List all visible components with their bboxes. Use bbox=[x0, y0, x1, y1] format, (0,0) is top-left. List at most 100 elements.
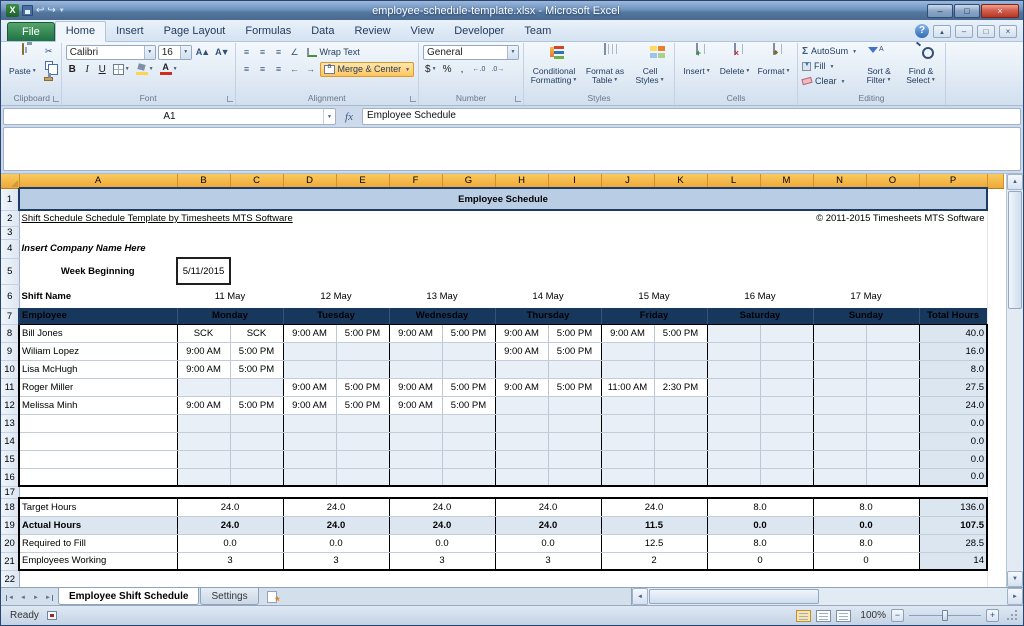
shift-start-cell[interactable] bbox=[813, 360, 866, 378]
shift-start-cell[interactable] bbox=[283, 414, 336, 432]
row-header-19[interactable]: 19 bbox=[1, 516, 19, 534]
shift-start-cell[interactable] bbox=[707, 432, 760, 450]
fill-color-button[interactable] bbox=[134, 62, 156, 76]
maximize-button[interactable] bbox=[954, 4, 980, 18]
shift-end-cell[interactable] bbox=[866, 342, 919, 360]
shift-end-cell[interactable] bbox=[760, 378, 813, 396]
file-tab[interactable]: File bbox=[7, 22, 55, 41]
day-header-monday[interactable]: Monday bbox=[177, 308, 283, 324]
align-bottom-button[interactable] bbox=[272, 46, 286, 59]
cell-extra[interactable] bbox=[987, 498, 1003, 516]
row-header-11[interactable]: 11 bbox=[1, 378, 19, 396]
font-family-select[interactable]: Calibri bbox=[66, 45, 156, 60]
shift-end-cell[interactable] bbox=[442, 342, 495, 360]
shift-end-cell[interactable] bbox=[866, 468, 919, 486]
row-header-22[interactable]: 22 bbox=[1, 570, 19, 587]
summary-value-cell[interactable]: 24.0 bbox=[389, 498, 495, 516]
shift-start-cell[interactable] bbox=[813, 324, 866, 342]
find-select-button[interactable]: Find & Select bbox=[901, 44, 941, 86]
workbook-restore-button[interactable] bbox=[977, 25, 995, 38]
shift-end-cell[interactable] bbox=[336, 450, 389, 468]
shift-end-cell[interactable] bbox=[654, 342, 707, 360]
shift-end-cell[interactable] bbox=[654, 450, 707, 468]
workbook-close-button[interactable] bbox=[999, 25, 1017, 38]
column-header-N[interactable]: N bbox=[813, 174, 866, 188]
column-header-B[interactable]: B bbox=[177, 174, 230, 188]
shift-start-cell[interactable]: 11:00 AM bbox=[601, 378, 654, 396]
row-header-7[interactable]: 7 bbox=[1, 308, 19, 324]
shift-start-cell[interactable] bbox=[813, 468, 866, 486]
cell-extra[interactable] bbox=[987, 188, 1003, 210]
shift-end-cell[interactable]: 5:00 PM bbox=[442, 324, 495, 342]
clipboard-dialog-launcher-icon[interactable] bbox=[53, 96, 59, 102]
shift-end-cell[interactable] bbox=[866, 324, 919, 342]
font-dialog-launcher-icon[interactable] bbox=[227, 96, 233, 102]
shift-end-cell[interactable] bbox=[548, 450, 601, 468]
font-color-button[interactable]: A bbox=[158, 62, 180, 76]
summary-value-cell[interactable]: 3 bbox=[389, 552, 495, 570]
zoom-slider[interactable] bbox=[909, 609, 981, 622]
shift-end-cell[interactable] bbox=[654, 360, 707, 378]
shift-start-cell[interactable] bbox=[177, 468, 230, 486]
shift-start-cell[interactable] bbox=[177, 450, 230, 468]
scroll-right-icon[interactable] bbox=[1007, 588, 1023, 605]
employee-name-cell[interactable] bbox=[19, 432, 177, 450]
summary-value-cell[interactable]: 0.0 bbox=[707, 516, 813, 534]
row-header-20[interactable]: 20 bbox=[1, 534, 19, 552]
shift-end-cell[interactable]: 5:00 PM bbox=[548, 324, 601, 342]
shift-start-cell[interactable]: 9:00 AM bbox=[177, 342, 230, 360]
shift-start-cell[interactable] bbox=[389, 342, 442, 360]
shift-start-cell[interactable] bbox=[389, 450, 442, 468]
summary-value-cell[interactable]: 3 bbox=[495, 552, 601, 570]
normal-view-icon[interactable] bbox=[796, 610, 811, 622]
row-header-1[interactable]: 1 bbox=[1, 188, 19, 210]
employee-name-cell[interactable]: Roger Miller bbox=[19, 378, 177, 396]
shift-end-cell[interactable] bbox=[866, 432, 919, 450]
column-header-A[interactable]: A bbox=[19, 174, 177, 188]
shift-start-cell[interactable] bbox=[601, 432, 654, 450]
summary-label-cell[interactable]: Actual Hours bbox=[19, 516, 177, 534]
summary-value-cell[interactable]: 8.0 bbox=[813, 534, 919, 552]
shift-start-cell[interactable]: 9:00 AM bbox=[389, 378, 442, 396]
column-header-J[interactable]: J bbox=[601, 174, 654, 188]
row-header-15[interactable]: 15 bbox=[1, 450, 19, 468]
zoom-level[interactable]: 100% bbox=[856, 610, 886, 621]
cell-extra[interactable] bbox=[987, 450, 1003, 468]
shift-end-cell[interactable] bbox=[230, 468, 283, 486]
total-hours-cell[interactable]: 0.0 bbox=[919, 450, 987, 468]
shift-start-cell[interactable]: 9:00 AM bbox=[495, 324, 548, 342]
row-header-5[interactable]: 5 bbox=[1, 258, 19, 284]
insert-function-icon[interactable] bbox=[339, 108, 359, 125]
shift-end-cell[interactable] bbox=[760, 468, 813, 486]
horizontal-scroll-thumb[interactable] bbox=[649, 589, 819, 604]
total-hours-cell[interactable]: 0.0 bbox=[919, 414, 987, 432]
increase-indent-button[interactable] bbox=[304, 63, 318, 76]
shift-start-cell[interactable]: 9:00 AM bbox=[389, 396, 442, 414]
select-all-corner[interactable] bbox=[1, 174, 19, 188]
row-header-2[interactable]: 2 bbox=[1, 210, 19, 226]
date-cell-5[interactable]: 15 May bbox=[601, 284, 707, 308]
align-middle-button[interactable] bbox=[256, 46, 270, 59]
shift-end-cell[interactable] bbox=[654, 414, 707, 432]
row-header-9[interactable]: 9 bbox=[1, 342, 19, 360]
week-beginning-date-cell[interactable]: 5/11/2015 bbox=[177, 258, 230, 284]
shift-end-cell[interactable] bbox=[760, 396, 813, 414]
shift-start-cell[interactable] bbox=[813, 432, 866, 450]
shift-end-cell[interactable] bbox=[336, 342, 389, 360]
date-cell-1[interactable]: 11 May bbox=[177, 284, 283, 308]
row-header-3[interactable]: 3 bbox=[1, 226, 19, 239]
shift-end-cell[interactable] bbox=[654, 396, 707, 414]
shift-start-cell[interactable] bbox=[495, 414, 548, 432]
increase-decimal-button[interactable] bbox=[471, 62, 488, 76]
shift-end-cell[interactable]: 5:00 PM bbox=[336, 378, 389, 396]
employee-name-cell[interactable] bbox=[19, 468, 177, 486]
shift-end-cell[interactable] bbox=[760, 450, 813, 468]
shift-start-cell[interactable] bbox=[601, 396, 654, 414]
ribbon-tab-insert[interactable]: Insert bbox=[106, 22, 154, 41]
summary-value-cell[interactable]: 0 bbox=[707, 552, 813, 570]
shift-end-cell[interactable]: 5:00 PM bbox=[230, 342, 283, 360]
cell-extra[interactable] bbox=[987, 570, 1003, 587]
summary-value-cell[interactable]: 24.0 bbox=[495, 498, 601, 516]
shift-end-cell[interactable]: 2:30 PM bbox=[654, 378, 707, 396]
shift-end-cell[interactable] bbox=[442, 450, 495, 468]
